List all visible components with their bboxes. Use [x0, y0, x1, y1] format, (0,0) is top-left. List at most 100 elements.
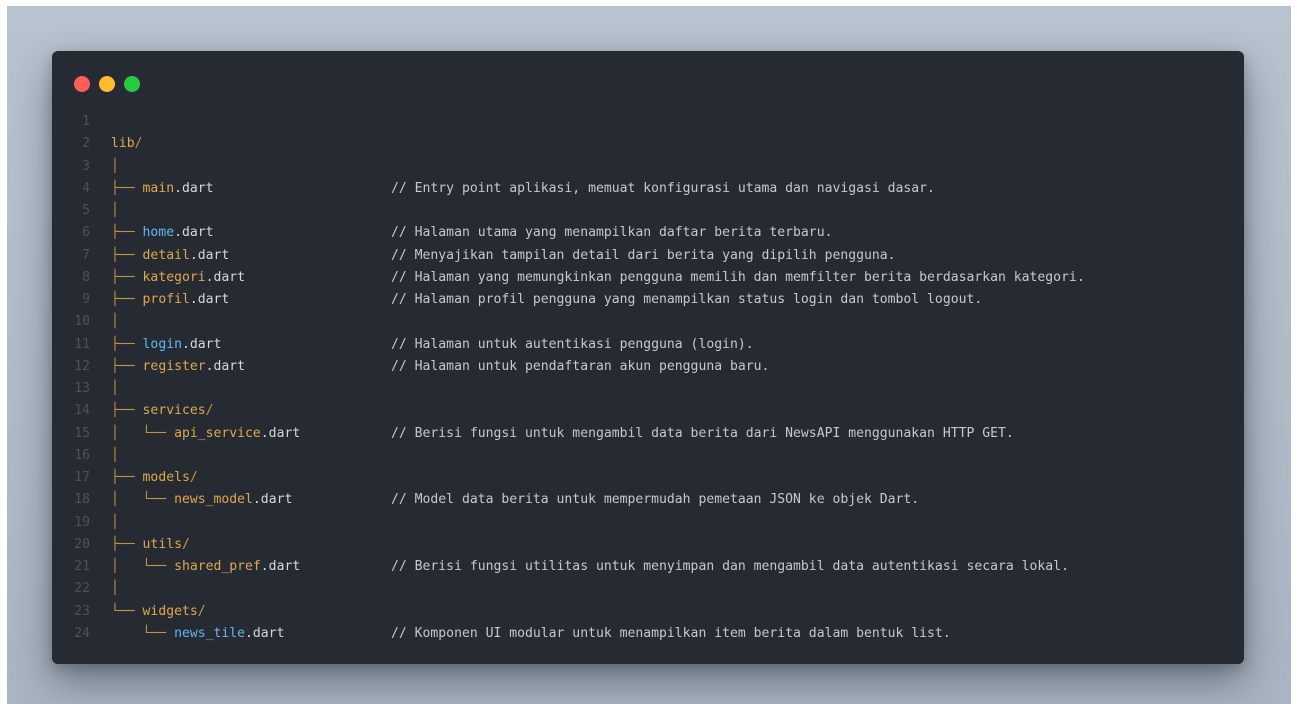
tree-entry: ├── home.dart: [111, 222, 214, 244]
file-name: api_service: [174, 425, 261, 441]
code-line: 13 │: [52, 378, 1244, 400]
code-line: 16 │: [52, 445, 1244, 467]
line-number: 5: [82, 203, 90, 218]
code-line: 12 ├── register.dart // Halaman untuk pend…: [52, 356, 1244, 378]
tree-branch-glyph: │: [111, 581, 119, 597]
code-line: 11 ├── login.dart // Halaman untuk autenti…: [52, 334, 1244, 356]
file-extension: .dart: [260, 425, 301, 441]
code-line: 17 ├── models/: [52, 467, 1244, 489]
tree-branch-glyph: ├──: [111, 336, 143, 352]
code-comment: // Halaman profil pengguna yang menampil…: [391, 292, 983, 307]
folder-slash: /: [205, 403, 214, 419]
code-comment: // Halaman yang memungkinkan pengguna me…: [391, 269, 1085, 285]
code-line: 15 │ └── api_service.dart // Berisi fungsi…: [52, 423, 1244, 445]
folder-name: widgets: [142, 603, 198, 619]
file-extension: .dart: [245, 625, 285, 641]
tree-entry: │: [111, 378, 119, 400]
tree-branch-glyph: ├──: [111, 470, 143, 485]
tree-branch-glyph: │: [111, 203, 119, 218]
file-name: login: [142, 336, 182, 352]
code-comment: // Entry point aplikasi, memuat konfigur…: [391, 180, 935, 196]
code-comment: // Komponen UI modular untuk menampilkan…: [391, 625, 951, 641]
line-number: 13: [74, 381, 90, 396]
code-line: 1: [52, 111, 1244, 133]
tree-entry: └── widgets/: [111, 601, 206, 623]
line-number: 3: [82, 158, 90, 174]
folder-slash: /: [197, 603, 206, 619]
code-comment: // Halaman utama yang menampilkan daftar…: [391, 225, 833, 241]
folder-slash: /: [134, 136, 143, 152]
file-name: detail: [142, 247, 190, 263]
file-extension: .dart: [260, 559, 301, 574]
code-line: 19 │: [52, 512, 1244, 534]
line-number: 2: [82, 136, 90, 152]
tree-entry: │: [111, 578, 119, 600]
line-number: 7: [82, 247, 90, 263]
minimize-dot-icon[interactable]: [99, 76, 115, 92]
line-number: 21: [74, 559, 90, 574]
tree-entry: │: [111, 156, 119, 178]
line-number: 16: [74, 447, 90, 463]
tree-entry: ├── detail.dart: [111, 245, 229, 267]
file-extension: .dart: [174, 225, 214, 241]
folder-name: models: [142, 470, 190, 485]
code-line: 20 ├── utils/: [52, 534, 1244, 556]
tree-entry: │: [111, 512, 119, 534]
tree-branch-glyph: ├──: [111, 358, 143, 374]
tree-entry: lib/: [111, 133, 143, 155]
code-line: 18 │ └── news_model.dart // Model data ber…: [52, 489, 1244, 511]
file-name: kategori: [142, 269, 206, 285]
tree-entry: ├── kategori.dart: [111, 267, 245, 289]
tree-branch-glyph: │ └──: [111, 492, 175, 508]
line-number: 18: [74, 492, 90, 508]
file-extension: .dart: [252, 492, 293, 508]
file-extension: .dart: [189, 292, 230, 307]
close-dot-icon[interactable]: [74, 76, 90, 92]
code-line: 4 ├── main.dart // Entry point aplikasi, m…: [52, 178, 1244, 200]
tree-branch-glyph: ├──: [111, 292, 143, 307]
line-number: 19: [74, 514, 90, 530]
tree-branch-glyph: └──: [111, 625, 175, 641]
tree-entry: │: [111, 200, 119, 222]
code-comment: // Berisi fungsi utilitas untuk menyimpa…: [391, 559, 1069, 574]
file-extension: .dart: [181, 336, 222, 352]
file-name: register: [142, 358, 206, 374]
tree-branch-glyph: │: [111, 314, 119, 330]
file-name: news_model: [174, 492, 253, 508]
file-name: news_tile: [174, 625, 246, 641]
tree-branch-glyph: ├──: [111, 403, 143, 419]
line-number: 11: [74, 336, 90, 352]
line-number: 10: [74, 314, 90, 330]
tree-entry: │ └── shared_pref.dart: [111, 556, 300, 578]
window-controls: [74, 76, 140, 92]
tree-entry: ├── models/: [111, 467, 198, 489]
file-extension: .dart: [174, 180, 214, 196]
code-comment: // Model data berita untuk mempermudah p…: [391, 492, 920, 508]
maximize-dot-icon[interactable]: [124, 76, 140, 92]
tree-branch-glyph: └──: [111, 603, 143, 619]
tree-entry: ├── services/: [111, 400, 214, 422]
folder-name: services: [142, 403, 206, 419]
tree-branch-glyph: ├──: [111, 536, 143, 552]
line-number: 1: [82, 114, 90, 129]
tree-branch-glyph: ├──: [111, 247, 143, 263]
code-line: 21 │ └── shared_pref.dart // Berisi fungsi…: [52, 556, 1244, 578]
line-number: 24: [74, 625, 90, 641]
tree-branch-glyph: │ └──: [111, 559, 175, 574]
tree-entry: └── news_tile.dart: [111, 623, 285, 645]
code-line: 22 │: [52, 578, 1244, 600]
line-number: 22: [74, 581, 90, 597]
line-number: 8: [82, 269, 90, 285]
line-number: 4: [82, 180, 90, 196]
code-comment: // Halaman untuk autentikasi pengguna (l…: [391, 336, 754, 352]
file-name: shared_pref: [174, 559, 261, 574]
code-line: 7 ├── detail.dart // Menyajikan tampilan d…: [52, 245, 1244, 267]
code-line: 10 │: [52, 311, 1244, 333]
tree-entry: │: [111, 311, 119, 333]
tree-entry: ├── utils/: [111, 534, 190, 556]
file-extension: .dart: [205, 269, 246, 285]
tree-entry: ├── profil.dart: [111, 289, 229, 311]
code-line: 24 └── news_tile.dart // Komponen UI modu…: [52, 623, 1244, 645]
code-line: 14 ├── services/: [52, 400, 1244, 422]
tree-branch-glyph: │ └──: [111, 425, 175, 441]
